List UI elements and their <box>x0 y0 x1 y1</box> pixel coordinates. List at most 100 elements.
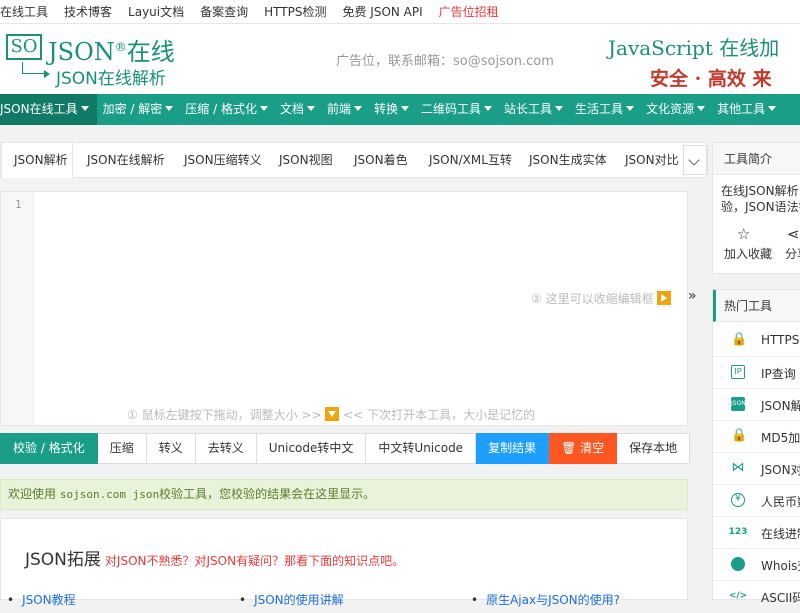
main-nav: JSON在线工具 加密 / 解密 压缩 / 格式化 文档 前端 转换 二维码工具… <box>0 94 800 125</box>
tool-tabs: JSON解析 JSON在线解析 JSON压缩转义 JSON视图 JSON着色 J… <box>0 142 708 178</box>
nav-qrcode[interactable]: 二维码工具 <box>415 94 498 125</box>
unicode-to-chinese-button[interactable]: Unicode转中文 <box>256 433 367 464</box>
top-link-layui-docs[interactable]: Layui文档 <box>128 3 184 20</box>
hot-item-json[interactable]: JSON JSON解 <box>713 389 800 421</box>
nav-webmaster[interactable]: 站长工具 <box>498 94 569 125</box>
logo-title[interactable]: JSON®在线 <box>48 32 175 67</box>
clear-button[interactable]: 🗑 清空 <box>549 433 618 464</box>
top-link-json-api[interactable]: 免费 JSON API <box>342 3 422 20</box>
nav-label: 转换 <box>374 102 399 116</box>
tab-json-entity[interactable]: JSON生成实体 <box>529 143 607 178</box>
tab-json-online-parse[interactable]: JSON在线解析 <box>87 143 165 178</box>
top-link-icp-lookup[interactable]: 备案查询 <box>200 3 248 20</box>
caret-down-icon <box>354 106 362 111</box>
tool-intro-line: 在线JSON解析， <box>721 184 800 198</box>
compare-icon: ⋈ <box>731 460 745 475</box>
hot-item-label: MD5加密 <box>761 431 800 445</box>
nav-convert[interactable]: 转换 <box>368 94 415 125</box>
tab-json-xml[interactable]: JSON/XML互转 <box>429 143 512 178</box>
number-icon: 123 <box>728 527 748 537</box>
lock-icon: 🔒 <box>731 332 748 347</box>
hot-item-md5[interactable]: 🔒 MD5加密 <box>713 421 800 453</box>
top-link-ad[interactable]: 广告位招租 <box>439 3 499 20</box>
hot-item-ascii[interactable]: </> ASCII码 <box>713 581 800 613</box>
caret-down-icon <box>768 106 777 111</box>
header-ad-text: 广告位，联系邮箱：so@sojson.com <box>336 54 554 69</box>
intro-actions: ☆ 加入收藏 ⋖ 分享 <box>713 225 800 273</box>
banner-subtitle[interactable]: 安全 · 高效 来 <box>650 64 771 91</box>
double-chevron-right-icon[interactable]: » <box>688 288 697 304</box>
top-link-https-check[interactable]: HTTPS检测 <box>264 3 326 20</box>
copy-result-button[interactable]: 复制结果 <box>476 433 550 464</box>
nav-label: 文档 <box>279 102 304 116</box>
logo-online-text: 在线 <box>126 38 175 66</box>
banner-title[interactable]: JavaScript 在线加 <box>608 32 779 61</box>
tab-json-compare[interactable]: JSON对比 <box>625 143 679 178</box>
tab-json-parse[interactable]: JSON解析 <box>1 143 73 178</box>
hot-tools-card: 热门工具 🔒 HTTPS IP IP查询 JSON JSON解 🔒 MD5加密 … <box>712 289 800 613</box>
validate-format-button[interactable]: 校验 / 格式化 <box>0 433 98 464</box>
tab-json-color[interactable]: JSON着色 <box>354 143 408 178</box>
caret-down-icon <box>306 106 315 111</box>
compress-button[interactable]: 压缩 <box>97 433 147 464</box>
nav-compress-format[interactable]: 压缩 / 格式化 <box>179 94 274 125</box>
nav-label: 其他工具 <box>717 102 766 116</box>
collapse-arrow-icon[interactable] <box>657 291 672 305</box>
nav-label: 压缩 / 格式化 <box>185 102 257 116</box>
escape-button[interactable]: 转义 <box>146 433 196 464</box>
star-icon[interactable]: ☆ <box>737 225 750 243</box>
nav-label: JSON在线工具 <box>0 102 78 116</box>
tab-json-view[interactable]: JSON视图 <box>279 143 333 178</box>
nav-other[interactable]: 其他工具 <box>711 94 782 125</box>
chinese-to-unicode-button[interactable]: 中文转Unicode <box>366 433 477 464</box>
nav-label: 生活工具 <box>575 102 624 116</box>
drag-hint-text-b: << 下次打开本工具，大小是记忆的 <box>343 408 536 422</box>
collapse-hint-text: ② 这里可以收缩编辑框 <box>531 292 654 306</box>
favorite-label[interactable]: 加入收藏 <box>724 245 772 262</box>
extension-title-text: JSON拓展 <box>25 550 101 570</box>
code-icon: </> <box>728 591 748 601</box>
hot-item-rmb[interactable]: ¥ 人民币数 <box>713 485 800 517</box>
result-prefix: 欢迎使用 <box>8 487 60 501</box>
logo-so-box[interactable]: SO <box>6 34 42 60</box>
line-gutter: 1 <box>1 192 34 425</box>
nav-culture[interactable]: 文化资源 <box>640 94 711 125</box>
lock-icon: 🔒 <box>731 428 748 443</box>
nav-life[interactable]: 生活工具 <box>569 94 640 125</box>
logo-subtitle: JSON在线解析 <box>56 69 166 89</box>
tabs-more-button[interactable] <box>683 145 707 175</box>
extension-subtitle: 对JSON不熟悉？对JSON有疑问？那看下面的知识点吧。 <box>104 554 405 568</box>
tab-json-compress[interactable]: JSON压缩转义 <box>184 143 262 178</box>
top-link-online-tools[interactable]: 在线工具 <box>0 3 48 20</box>
caret-down-icon <box>80 106 89 111</box>
nav-json-tools[interactable]: JSON在线工具 <box>0 94 97 125</box>
tool-intro-title: 工具简介 <box>713 143 800 175</box>
json-editor[interactable]: 1 ② 这里可以收缩编辑框 ① 鼠标左键按下拖动，调整大小 >> << 下次打开… <box>0 191 688 426</box>
hot-item-ip[interactable]: IP IP查询 <box>713 357 800 389</box>
drag-hint: ① 鼠标左键按下拖动，调整大小 >> << 下次打开本工具，大小是记忆的 <box>127 406 535 423</box>
nav-encrypt[interactable]: 加密 / 解密 <box>97 94 180 125</box>
resize-handle-icon[interactable] <box>325 407 340 421</box>
caret-down-icon <box>165 106 174 111</box>
nav-label: 站长工具 <box>504 102 553 116</box>
hot-item-radix[interactable]: 123 在线进制 <box>713 517 800 549</box>
hot-item-whois[interactable]: Whois查 <box>713 549 800 581</box>
top-link-tech-blog[interactable]: 技术博客 <box>64 3 112 20</box>
share-icon[interactable]: ⋖ <box>787 225 800 243</box>
ip-icon: IP <box>731 365 745 379</box>
yen-icon: ¥ <box>731 493 745 507</box>
hot-item-json-compare[interactable]: ⋈ JSON对 <box>713 453 800 485</box>
share-label[interactable]: 分享 <box>785 245 800 262</box>
caret-down-icon <box>626 106 635 111</box>
json-icon: JSON <box>731 397 746 411</box>
top-bar: 在线工具 技术博客 Layui文档 备案查询 HTTPS检测 免费 JSON A… <box>0 0 800 24</box>
nav-docs[interactable]: 文档 <box>274 94 321 125</box>
hot-item-label: JSON对 <box>761 463 800 477</box>
save-local-button[interactable]: 保存本地 <box>617 433 691 464</box>
nav-frontend[interactable]: 前端 <box>321 94 368 125</box>
json-extension-section: JSON拓展对JSON不熟悉？对JSON有疑问？那看下面的知识点吧。 JSON教… <box>0 518 688 607</box>
unescape-button[interactable]: 去转义 <box>195 433 257 464</box>
hot-item-label: JSON解 <box>761 399 800 413</box>
caret-down-icon <box>401 106 410 111</box>
hot-item-https[interactable]: 🔒 HTTPS <box>713 325 800 357</box>
